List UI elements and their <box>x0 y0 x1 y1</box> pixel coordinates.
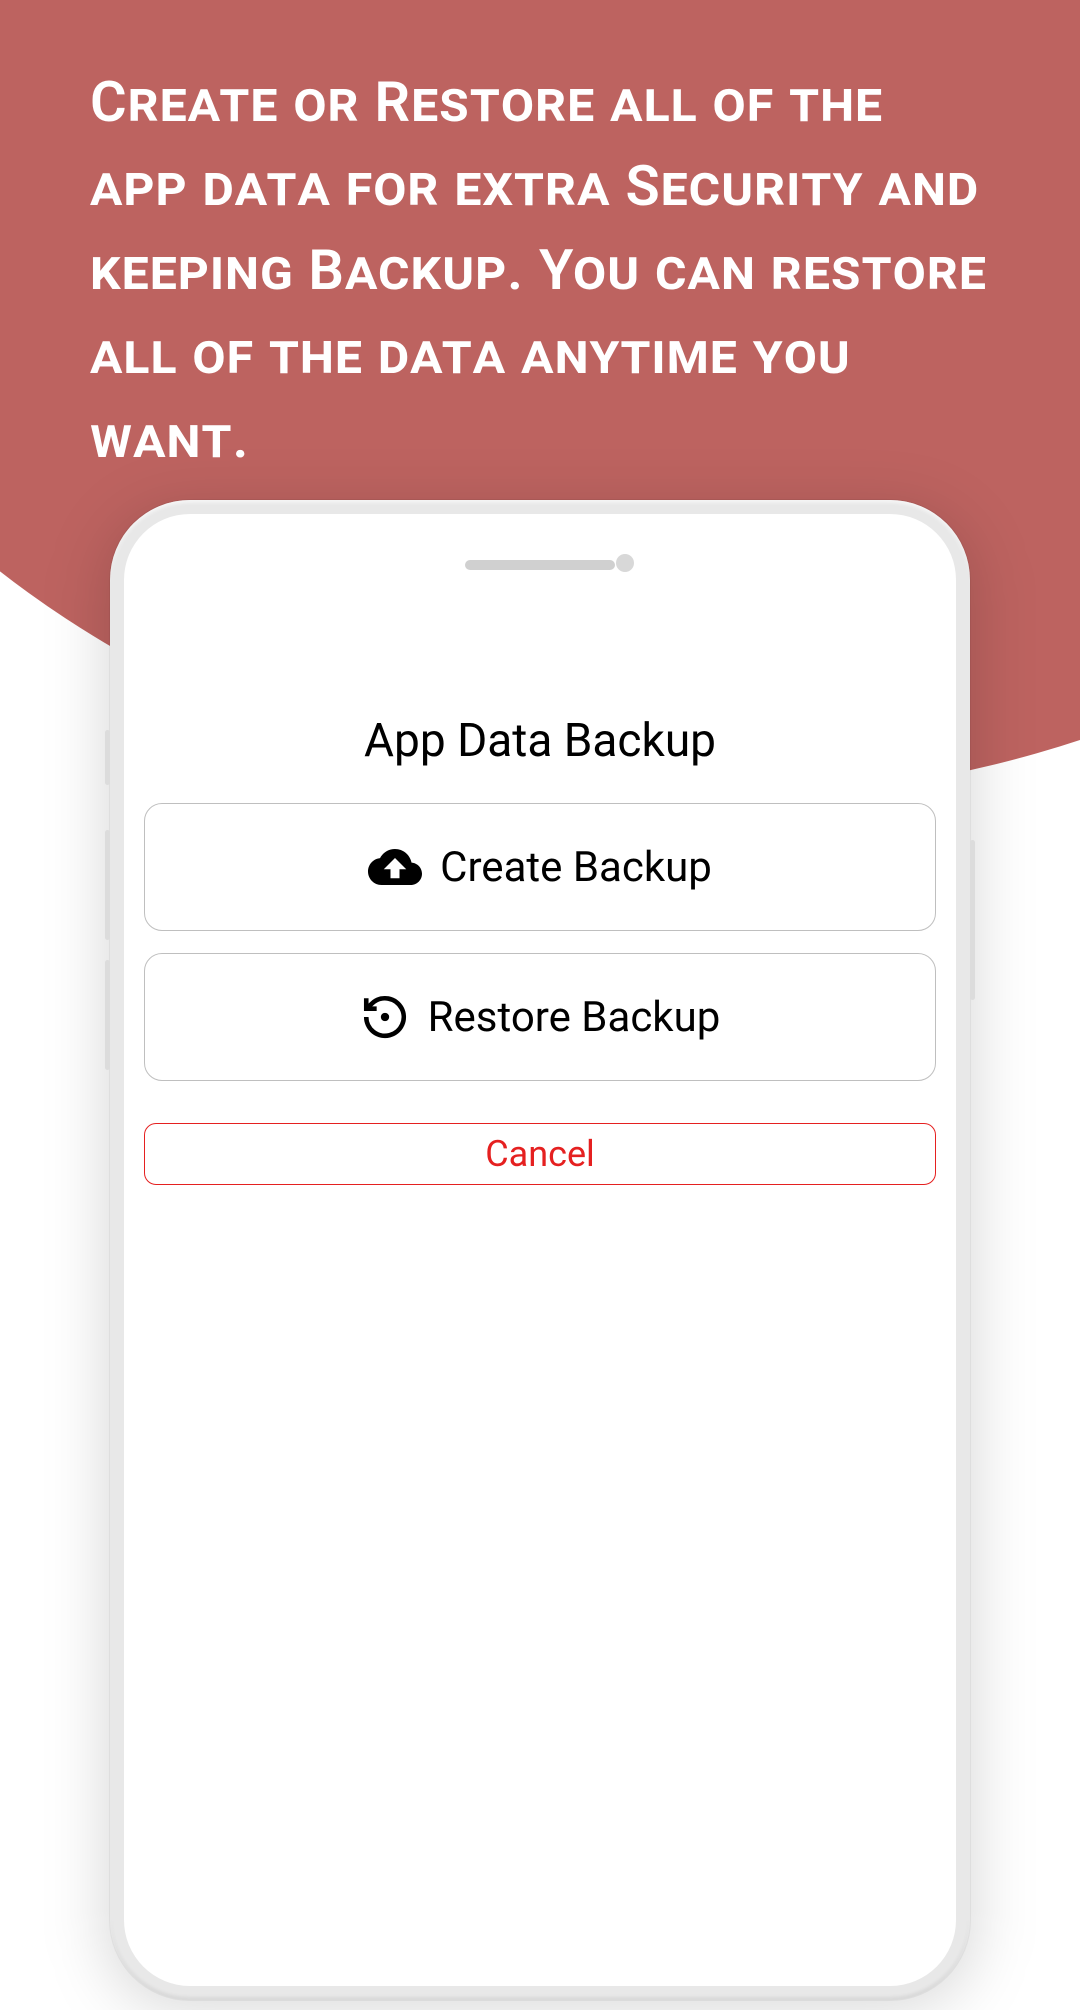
create-backup-label: Create Backup <box>440 843 712 892</box>
cancel-button[interactable]: Cancel <box>144 1123 936 1185</box>
cloud-upload-icon <box>368 840 422 894</box>
phone-camera <box>616 554 634 572</box>
restore-backup-button[interactable]: Restore Backup <box>144 953 936 1081</box>
phone-side-button <box>105 730 110 785</box>
phone-side-button <box>105 960 110 1070</box>
phone-side-button <box>105 830 110 940</box>
phone-speaker <box>465 560 615 570</box>
screen-content: App Data Backup Create Backup Restore Ba… <box>124 514 956 1986</box>
dialog-title: App Data Backup <box>364 714 716 768</box>
create-backup-button[interactable]: Create Backup <box>144 803 936 931</box>
phone-side-button <box>970 840 975 1000</box>
restore-backup-label: Restore Backup <box>428 993 721 1042</box>
restore-icon <box>360 992 410 1042</box>
promo-headline: Create or Restore all of the app data fo… <box>90 60 990 480</box>
cancel-label: Cancel <box>485 1133 595 1175</box>
phone-frame: App Data Backup Create Backup Restore Ba… <box>110 500 970 2000</box>
